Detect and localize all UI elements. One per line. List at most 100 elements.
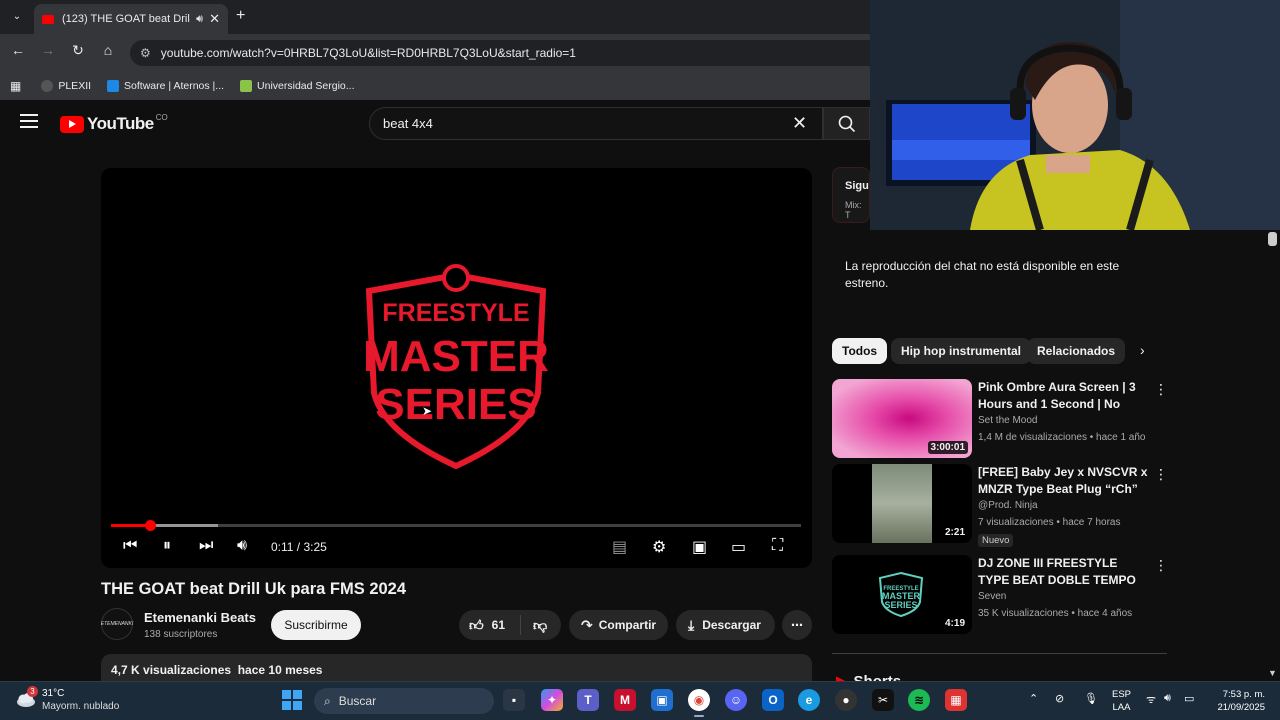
share-button[interactable]: ↷ Compartir [569, 610, 668, 640]
taskbar-search-input[interactable]: ⌕ Buscar [314, 688, 494, 714]
rec-title[interactable]: [FREE] Baby Jey x NVSCVR x MNZR Type Bea… [978, 464, 1150, 498]
progress-bar[interactable] [111, 520, 801, 531]
rec-channel[interactable]: Set the Mood [978, 415, 1037, 426]
tab-search-chevron-icon[interactable]: ⌄ [8, 8, 26, 26]
bookmark-universidad[interactable]: Universidad Sergio... [240, 80, 355, 92]
rocks-thumbnail-image [872, 464, 932, 543]
volume-icon[interactable]: 🔊︎ [237, 537, 247, 555]
played-bar [111, 524, 150, 527]
hamburger-menu-icon[interactable] [20, 114, 40, 132]
forward-icon[interactable]: → [38, 42, 58, 58]
youtube-logo[interactable]: YouTube CO [60, 113, 168, 134]
weather-description[interactable]: Mayorm. nublado [42, 701, 119, 712]
home-icon[interactable]: ⌂ [98, 42, 118, 58]
back-icon[interactable]: ← [8, 42, 28, 58]
capcut-icon[interactable]: ✂ [872, 689, 894, 711]
mix-playlist-card[interactable]: Sigu Mix: T [832, 167, 870, 223]
previous-icon[interactable]: ⏮︎ [123, 537, 137, 555]
more-vertical-icon[interactable]: ⋮ [1154, 466, 1168, 483]
discord-icon[interactable]: ☺ [725, 689, 747, 711]
scrollbar-thumb[interactable] [1268, 232, 1277, 246]
browser-tab-youtube[interactable]: (123) THE GOAT beat Drill Uk 🔊︎ ✕ [34, 4, 228, 34]
next-icon[interactable]: ⏭︎ [199, 537, 213, 555]
media-player-icon[interactable]: ● [835, 689, 857, 711]
tray-app-icon[interactable]: ⊘ [1055, 692, 1064, 705]
weather-temperature[interactable]: 31°C [42, 688, 64, 699]
video-title: THE GOAT beat Drill Uk para FMS 2024 [101, 580, 407, 598]
like-button[interactable]: 👍︎ 61 [459, 615, 521, 635]
channel-name[interactable]: Etemenanki Beats [144, 610, 256, 625]
subscribe-button[interactable]: Suscribirme [271, 610, 361, 640]
volume-tray-icon[interactable]: 🔊︎ [1164, 692, 1171, 705]
apps-grid-icon[interactable]: ▦ [10, 79, 21, 93]
rec-channel[interactable]: Seven [978, 591, 1006, 602]
chip-hip-hop-instrumental[interactable]: Hip hop instrumental [891, 338, 1031, 364]
youtube-favicon-icon [42, 14, 54, 24]
battery-icon[interactable]: ▭ [1184, 692, 1194, 705]
game-app-icon[interactable]: ▦ [945, 689, 967, 711]
chip-todos[interactable]: Todos [832, 338, 888, 364]
share-arrow-icon: ↷ [581, 616, 593, 633]
copilot-icon[interactable]: ✦ [541, 689, 563, 711]
mcafee-icon[interactable]: M [614, 689, 636, 711]
subtitles-icon[interactable]: ▤ [612, 537, 627, 557]
bookmark-aternos[interactable]: Software | Aternos |... [107, 80, 224, 92]
chevron-right-icon[interactable]: › [1140, 342, 1145, 358]
scrubber-knob[interactable] [144, 520, 156, 531]
store-icon[interactable]: ▣ [651, 689, 673, 711]
taskbar-clock[interactable]: 7:53 p. m. 21/09/2025 [1210, 688, 1265, 714]
svg-text:FREESTYLE: FREESTYLE [382, 299, 529, 327]
bookmark-plexii[interactable]: PLEXII [41, 80, 91, 92]
rec-channel[interactable]: @Prod. Ninja [978, 500, 1038, 511]
wifi-icon[interactable]: ᯤ [1146, 692, 1156, 707]
list-item[interactable]: 2:21 [FREE] Baby Jey x NVSCVR x MNZR Typ… [832, 464, 1172, 547]
chip-relacionados[interactable]: Relacionados [1027, 338, 1126, 364]
pause-icon[interactable]: ⏸︎ [163, 537, 171, 555]
channel-avatar[interactable]: ETEMENANKI [101, 608, 133, 640]
search-input[interactable]: beat 4x4 [369, 107, 823, 140]
more-actions-button[interactable]: ⋯ [782, 610, 812, 640]
freestyle-master-series-logo: FREESTYLE MASTER SERIES [363, 264, 549, 470]
more-vertical-icon[interactable]: ⋮ [1154, 381, 1168, 398]
rec-meta: 35 K visualizaciones • hace 4 años [978, 608, 1133, 619]
site-info-icon[interactable]: ⚙︎ [140, 46, 151, 60]
search-button[interactable] [823, 107, 870, 140]
video-thumbnail[interactable]: 2:21 [832, 464, 972, 543]
new-tab-button[interactable]: + [236, 7, 245, 25]
list-item[interactable]: 3:00:01 Pink Ombre Aura Screen | 3 Hours… [832, 379, 1172, 459]
scroll-down-arrow-icon[interactable]: ▼ [1268, 668, 1277, 678]
tray-chevron-up-icon[interactable]: ⌃ [1029, 692, 1038, 705]
rec-title[interactable]: Pink Ombre Aura Screen | 3 Hours and 1 S… [978, 379, 1150, 413]
video-thumbnail[interactable]: 3:00:01 [832, 379, 972, 458]
dislike-button[interactable]: 👎︎ [521, 617, 547, 634]
fullscreen-icon[interactable]: ⛶ [772, 537, 783, 555]
miniplayer-icon[interactable]: ▣ [692, 537, 707, 557]
language-indicator[interactable]: ESP LAA [1112, 688, 1131, 714]
microphone-icon[interactable]: 🎙︎ [1084, 692, 1098, 705]
video-thumbnail[interactable]: FREESTYLE MASTER SERIES 4:19 [832, 555, 972, 634]
address-bar[interactable]: ⚙︎ youtube.com/watch?v=0HRBL7Q3LoU&list=… [130, 40, 870, 66]
windows-start-icon[interactable] [282, 690, 302, 710]
globe-icon [41, 80, 54, 92]
like-dislike-group: 👍︎ 61 👎︎ [459, 610, 561, 640]
video-player[interactable]: FREESTYLE MASTER SERIES ➤ [101, 168, 812, 568]
download-button[interactable]: ⤓ Descargar [676, 610, 775, 640]
list-item[interactable]: FREESTYLE MASTER SERIES 4:19 DJ ZONE III… [832, 555, 1172, 635]
chrome-icon[interactable]: ◉ [688, 689, 710, 717]
tab-title: (123) THE GOAT beat Drill Uk [62, 13, 190, 25]
edge-icon[interactable]: e [798, 689, 820, 711]
teams-icon[interactable]: T [577, 689, 599, 711]
theater-mode-icon[interactable]: ▭ [731, 537, 746, 557]
settings-gear-icon[interactable]: ⚙︎ [652, 537, 666, 557]
task-view-icon[interactable]: ▪ [503, 689, 525, 711]
rec-title[interactable]: DJ ZONE III FREESTYLE TYPE BEAT DOBLE TE… [978, 555, 1150, 589]
reload-icon[interactable]: ↻ [68, 42, 88, 59]
outlook-icon[interactable]: O [762, 689, 784, 711]
tab-close-icon[interactable]: ✕ [209, 11, 220, 27]
tab-audio-icon[interactable]: 🔊︎ [196, 13, 203, 26]
url-text: youtube.com/watch?v=0HRBL7Q3LoU&list=RD0… [160, 46, 576, 60]
divider [832, 653, 1167, 654]
spotify-icon[interactable]: ≋ [908, 689, 930, 711]
more-vertical-icon[interactable]: ⋮ [1154, 557, 1168, 574]
clear-search-icon[interactable]: ✕ [792, 113, 807, 134]
